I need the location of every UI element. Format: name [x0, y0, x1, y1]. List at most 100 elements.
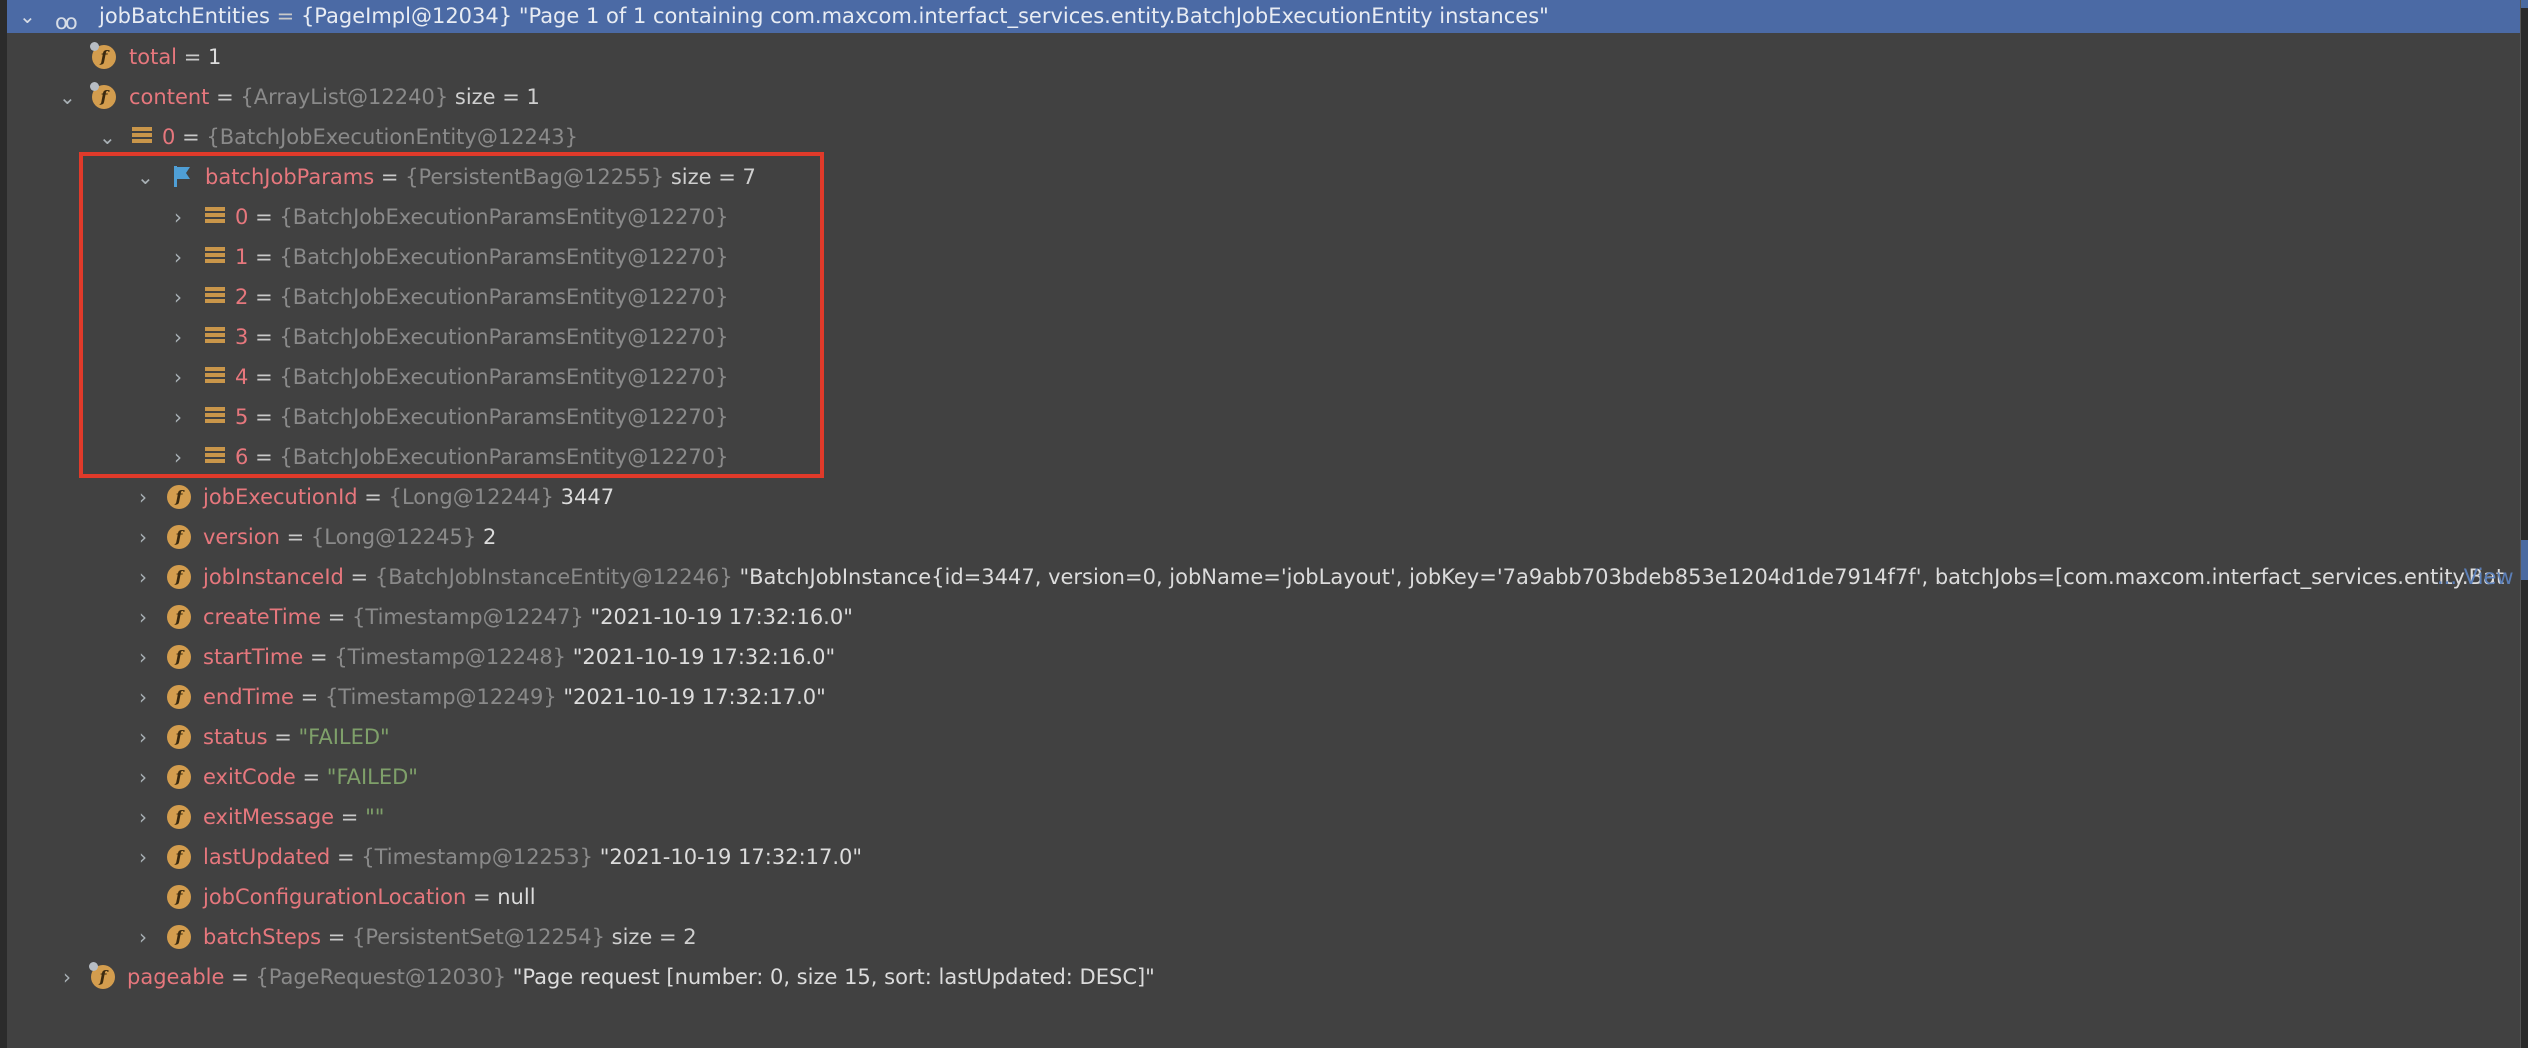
equals-sign: = — [340, 805, 359, 829]
variable-name: jobExecutionId — [203, 485, 358, 509]
variable-type: {Long@12245} — [310, 525, 477, 549]
tree-row-exitCode[interactable]: › f exitCode = "FAILED" — [7, 757, 2520, 797]
debugger-variables-panel: ⌄ oo jobBatchEntities = {PageImpl@12034}… — [7, 0, 2520, 1048]
variable-value: "" — [365, 805, 385, 829]
tree-row-content[interactable]: ⌄ f content = {ArrayList@12240} size = 1 — [7, 77, 2520, 117]
variable-type: {Timestamp@12247} — [352, 605, 584, 629]
equals-sign: = — [300, 685, 319, 709]
variable-name: 0 — [162, 125, 176, 149]
variable-type: {Timestamp@12249} — [324, 685, 557, 709]
scroll-marker — [2521, 540, 2528, 580]
field-icon: f — [167, 485, 191, 509]
variable-name: lastUpdated — [203, 845, 331, 869]
variable-name: startTime — [203, 645, 304, 669]
variable-type: {Timestamp@12253} — [361, 845, 593, 869]
tree-row-endTime[interactable]: › f endTime = {Timestamp@12249} "2021-10… — [7, 677, 2520, 717]
field-icon: f — [167, 925, 191, 949]
tree-row-createTime[interactable]: › f createTime = {Timestamp@12247} "2021… — [7, 597, 2520, 637]
tree-row-lastUpdated[interactable]: › f lastUpdated = {Timestamp@12253} "202… — [7, 837, 2520, 877]
equals-sign: = — [183, 45, 202, 69]
tree-row-startTime[interactable]: › f startTime = {Timestamp@12248} "2021-… — [7, 637, 2520, 677]
chevron-down-icon[interactable]: ⌄ — [19, 0, 36, 33]
chevron-right-icon[interactable]: › — [135, 757, 151, 797]
tree-row-batchSteps[interactable]: › f batchSteps = {PersistentSet@12254} s… — [7, 917, 2520, 957]
variable-size: size = 2 — [611, 925, 697, 949]
variable-name: version — [203, 525, 280, 549]
variable-name: endTime — [203, 685, 294, 709]
chevron-right-icon[interactable]: › — [135, 917, 151, 957]
variable-type: {ArrayList@12240} — [240, 85, 449, 109]
variable-value: "FAILED" — [298, 725, 390, 749]
chevron-right-icon[interactable]: › — [135, 717, 151, 757]
tree-row-jobConfigurationLocation[interactable]: f jobConfigurationLocation = null — [7, 877, 2520, 917]
chevron-down-icon[interactable]: ⌄ — [59, 77, 76, 117]
chevron-right-icon[interactable]: › — [135, 677, 151, 717]
scroll-marker — [2521, 0, 2528, 8]
static-pin-icon — [90, 82, 99, 91]
variable-type: {PageImpl@12034} — [300, 4, 513, 28]
equals-sign: = — [286, 525, 305, 549]
equals-sign: = — [327, 605, 346, 629]
variable-value: "FAILED" — [326, 765, 418, 789]
field-icon: f — [167, 685, 191, 709]
variable-name: jobInstanceId — [203, 565, 344, 589]
variable-name: exitCode — [203, 765, 296, 789]
variable-type: {Timestamp@12248} — [334, 645, 567, 669]
tree-row-jobBatchEntities[interactable]: ⌄ oo jobBatchEntities = {PageImpl@12034}… — [7, 0, 2520, 34]
field-icon: f — [90, 42, 116, 69]
field-icon: f — [167, 565, 191, 589]
field-icon: f — [167, 805, 191, 829]
field-icon: f — [167, 845, 191, 869]
tree-row-status[interactable]: › f status = "FAILED" — [7, 717, 2520, 757]
variable-value: 1 — [208, 45, 222, 69]
tree-row-exitMessage[interactable]: › f exitMessage = "" — [7, 797, 2520, 837]
view-link[interactable]: ... View — [2437, 557, 2514, 597]
chevron-right-icon[interactable]: › — [135, 477, 151, 517]
variable-value: "BatchJobInstance{id=3447, version=0, jo… — [739, 565, 2505, 589]
field-icon: f — [89, 962, 115, 989]
chevron-down-icon[interactable]: ⌄ — [99, 117, 116, 157]
variable-value: "2021-10-19 17:32:17.0" — [563, 685, 826, 709]
equals-sign: = — [231, 965, 249, 989]
chevron-right-icon[interactable]: › — [135, 837, 151, 877]
tree-row-pageable[interactable]: › f pageable = {PageRequest@12030} "Page… — [7, 957, 2520, 997]
field-icon: f — [167, 765, 191, 789]
equals-sign: = — [350, 565, 369, 589]
variable-value: 2 — [482, 525, 497, 549]
variable-name: exitMessage — [203, 805, 335, 829]
equals-sign: = — [336, 845, 355, 869]
tree-row-total[interactable]: f total = 1 — [7, 37, 2520, 77]
variable-value: "2021-10-19 17:32:17.0" — [599, 845, 863, 869]
tree-row-jobExecutionId[interactable]: › f jobExecutionId = {Long@12244} 3447 — [7, 477, 2520, 517]
variable-name: content — [129, 85, 210, 109]
variable-value: "2021-10-19 17:32:16.0" — [590, 605, 853, 629]
variable-type: {PageRequest@12030} — [255, 965, 507, 989]
variable-value: "2021-10-19 17:32:16.0" — [572, 645, 836, 669]
variable-name: jobBatchEntities — [99, 4, 270, 28]
variable-type: {PersistentSet@12254} — [352, 925, 605, 949]
watch-icon: oo — [55, 10, 78, 34]
field-icon: f — [167, 725, 191, 749]
variable-value: "Page request [number: 0, size 15, sort:… — [512, 965, 1155, 989]
variable-type: {Long@12244} — [388, 485, 554, 509]
equals-sign: = — [274, 725, 292, 749]
variable-name: pageable — [127, 965, 225, 989]
variable-value: 3447 — [560, 485, 615, 509]
chevron-right-icon[interactable]: › — [135, 597, 151, 637]
static-pin-icon — [89, 962, 98, 971]
array-element-icon — [132, 127, 152, 147]
highlight-annotation-box — [79, 152, 824, 478]
chevron-right-icon[interactable]: › — [135, 557, 151, 597]
chevron-right-icon[interactable]: › — [59, 957, 75, 997]
chevron-right-icon[interactable]: › — [135, 797, 151, 837]
variable-name: createTime — [203, 605, 322, 629]
field-icon: f — [167, 885, 191, 909]
chevron-right-icon[interactable]: › — [135, 637, 151, 677]
equals-sign: = — [302, 765, 321, 789]
chevron-right-icon[interactable]: › — [135, 517, 151, 557]
tree-row-version[interactable]: › f version = {Long@12245} 2 — [7, 517, 2520, 557]
equals-sign: = — [182, 125, 200, 149]
tree-row-jobInstanceId[interactable]: › f jobInstanceId = {BatchJobInstanceEnt… — [7, 557, 2520, 597]
variable-size: size = 1 — [454, 85, 540, 109]
tree-row-content-0[interactable]: ⌄ 0 = {BatchJobExecutionEntity@12243} — [7, 117, 2520, 157]
